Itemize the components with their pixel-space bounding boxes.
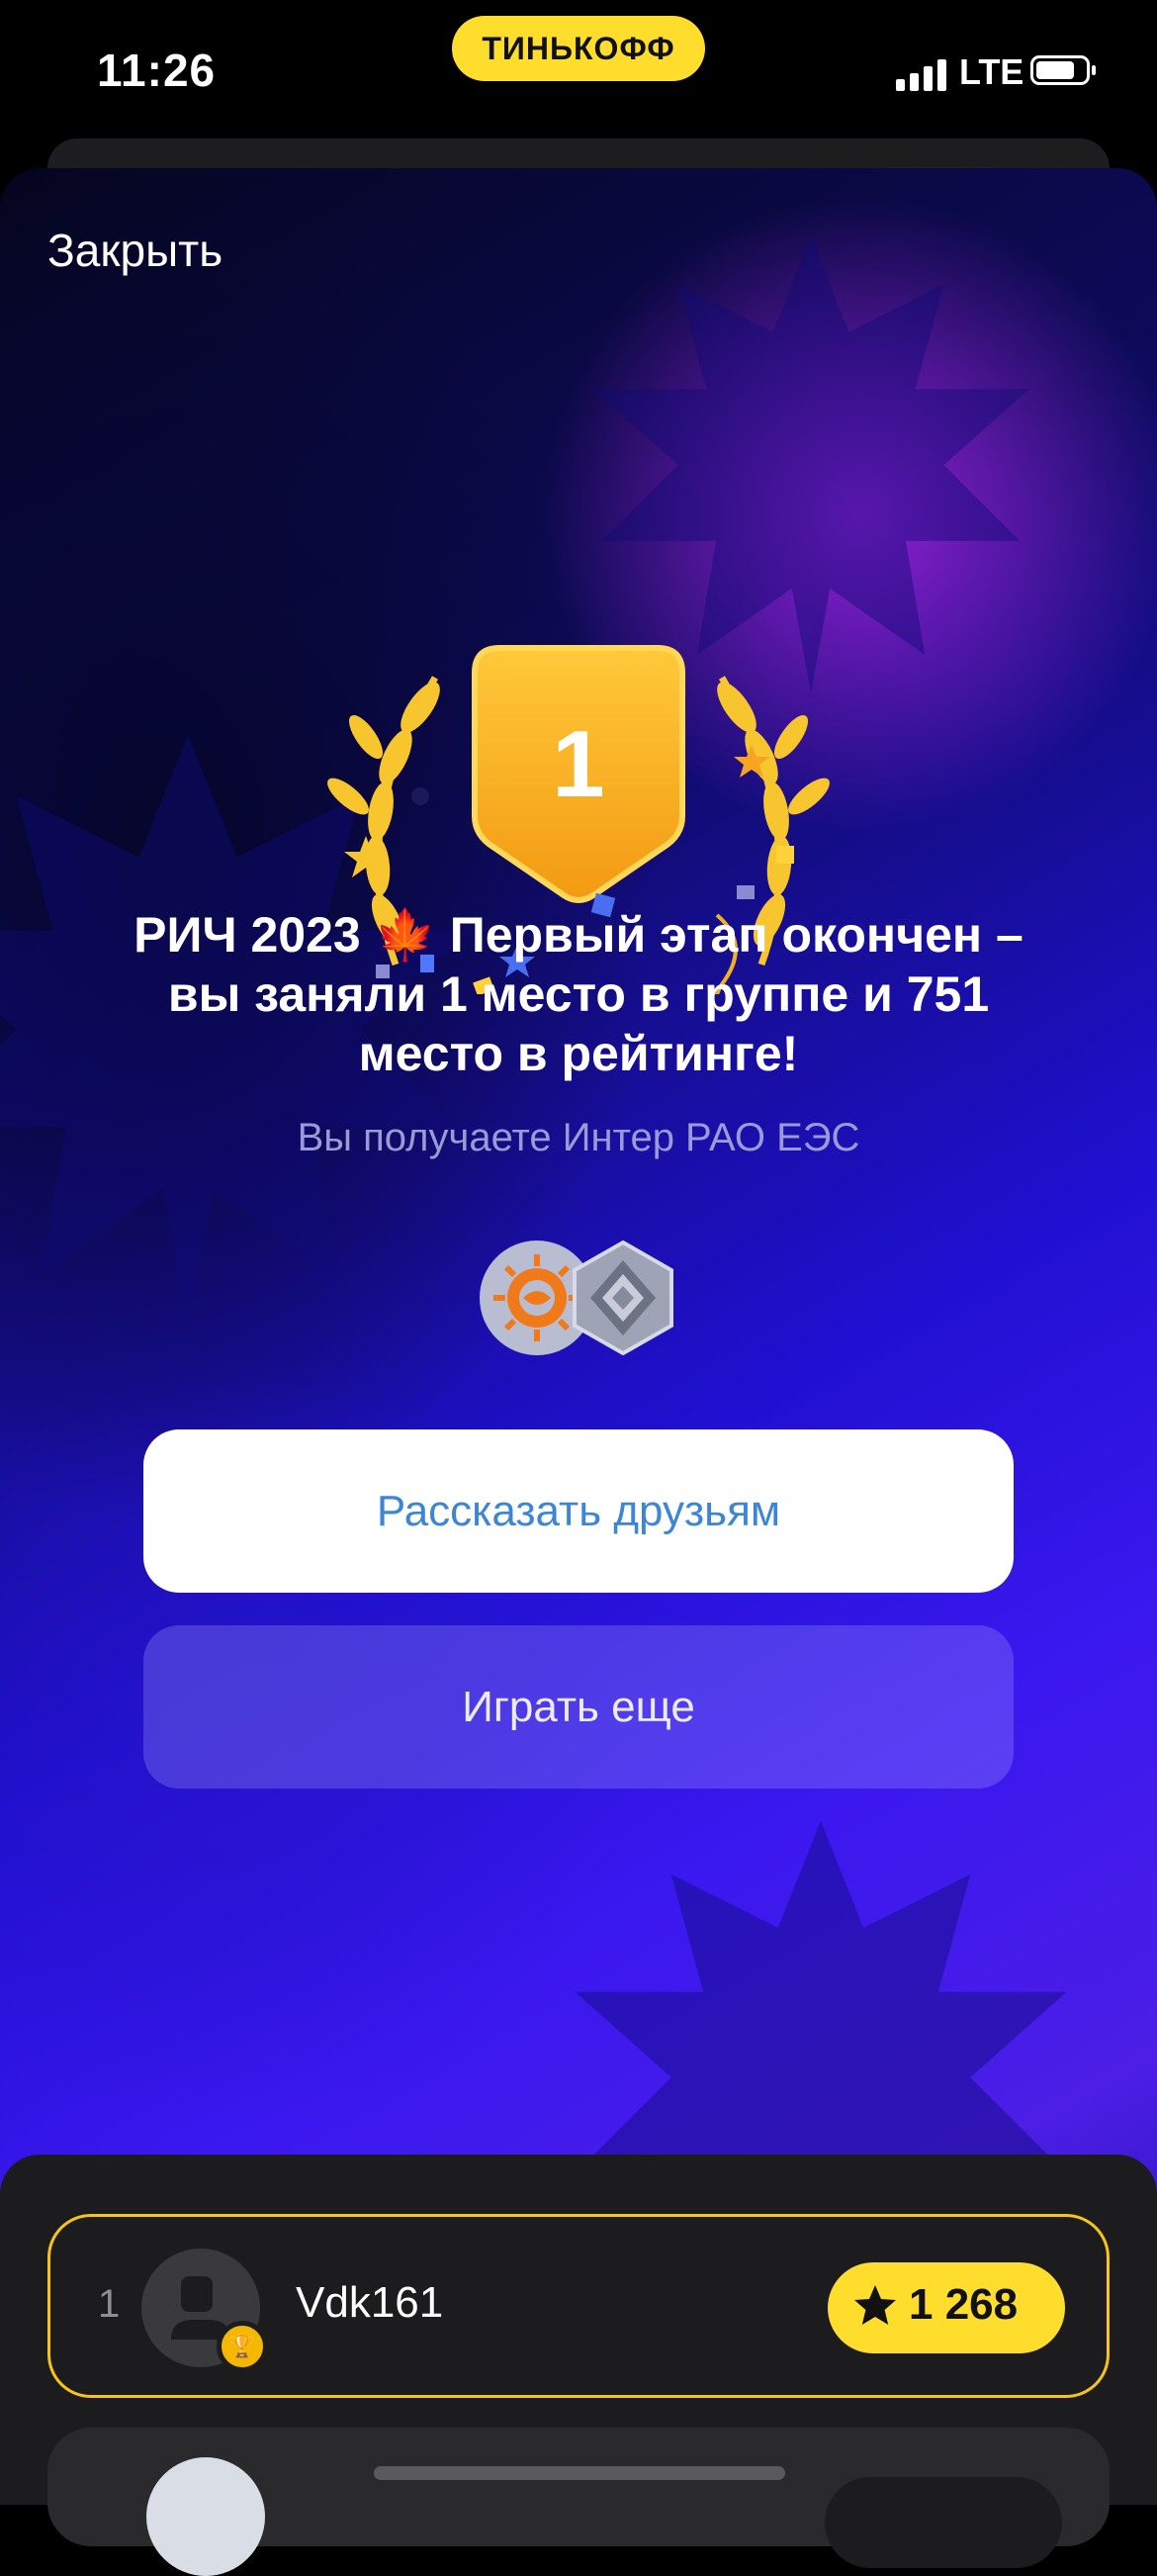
share-with-friends-button[interactable]: Рассказать друзьям [143, 1429, 1014, 1593]
close-button[interactable]: Закрыть [47, 224, 222, 277]
battery-icon [1030, 55, 1096, 85]
status-bar: 11:26 ТИНЬКОФФ LTE [0, 0, 1157, 148]
score-badge: 1 268 [828, 2262, 1065, 2353]
avatar [146, 2457, 265, 2576]
home-indicator [374, 2466, 785, 2480]
reward-chips [480, 1239, 677, 1359]
result-title: РИЧ 2023 🍁 Первый этап окончен – вы заня… [134, 907, 1024, 1081]
medal-place-number: 1 [552, 711, 604, 817]
reward-subtitle: Вы получаете Интер РАО ЕЭС [297, 1116, 860, 1159]
maple-leaf-icon: 🍁 [374, 907, 436, 963]
trophy-icon: 🏆 [217, 2321, 268, 2372]
signal-icon [896, 57, 949, 91]
leaderboard-row-current-user[interactable]: 1 🏆 Vdk161 1 268 [47, 2214, 1110, 2398]
network-type: LTE [959, 51, 1024, 92]
score-value: 1 268 [909, 2280, 1019, 2329]
status-time: 11:26 [97, 45, 217, 96]
silver-league-badge-icon [573, 1240, 673, 1356]
leaderboard-row[interactable] [47, 2428, 1110, 2576]
play-again-button[interactable]: Играть еще [143, 1625, 1014, 1789]
row-rank: 1 [98, 2282, 121, 2326]
brand-pill: ТИНЬКОФФ [452, 16, 705, 81]
row-username: Vdk161 [296, 2278, 444, 2327]
score-badge [825, 2477, 1062, 2568]
star-icon [854, 2285, 896, 2325]
